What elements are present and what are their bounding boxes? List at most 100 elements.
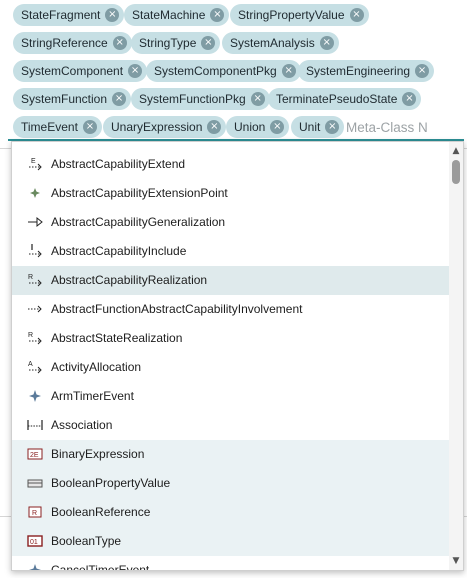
chip-remove-icon[interactable]: ×: [281, 64, 296, 78]
involvement-icon: [28, 305, 42, 313]
boolean-type-icon: 01: [27, 535, 43, 547]
chip-remove-icon[interactable]: ×: [210, 8, 225, 22]
realization-icon: R: [28, 274, 42, 287]
chip-label: Unit: [299, 120, 321, 134]
list-item-label: AbstractStateRealization: [51, 331, 183, 345]
list-item[interactable]: AbstractCapabilityInclude: [12, 237, 450, 266]
list-item[interactable]: R AbstractStateRealization: [12, 324, 450, 353]
list-item[interactable]: AbstractCapabilityGeneralization: [12, 208, 450, 237]
list-item-label: AbstractFunctionAbstractCapabilityInvolv…: [51, 302, 303, 316]
realization-icon: R: [28, 332, 42, 345]
chip-label: SystemFunction: [21, 92, 108, 106]
reference-icon: R: [28, 506, 42, 518]
svg-text:R: R: [28, 332, 33, 339]
list-item[interactable]: A ActivityAllocation: [12, 353, 450, 382]
chip: Unit ×: [291, 116, 345, 138]
list-item[interactable]: E AbstractCapabilityExtend: [12, 150, 450, 179]
svg-text:E: E: [31, 158, 36, 165]
list-item[interactable]: 01 BooleanType: [12, 527, 450, 556]
svg-text:R: R: [28, 274, 33, 281]
chip: TimeEvent ×: [13, 116, 102, 138]
list-item-label: AbstractCapabilityExtensionPoint: [51, 186, 228, 200]
chip-label: StringType: [139, 36, 197, 50]
include-icon: [29, 244, 42, 258]
list-item[interactable]: R BooleanReference: [12, 498, 450, 527]
chip-label: SystemAnalysis: [230, 36, 315, 50]
chip-label: StateMachine: [132, 8, 206, 22]
list-item-label: ArmTimerEvent: [51, 389, 134, 403]
extension-point-icon: [30, 188, 40, 198]
property-value-icon: [27, 479, 43, 488]
chip: StateMachine ×: [124, 4, 230, 26]
list-item[interactable]: 2E BinaryExpression: [12, 440, 450, 469]
svg-text:2E: 2E: [30, 452, 39, 459]
chip-label: Union: [234, 120, 266, 134]
chip-remove-icon[interactable]: ×: [319, 36, 334, 50]
list-item-label: AbstractCapabilityInclude: [51, 244, 187, 258]
list-item[interactable]: AbstractCapabilityExtensionPoint: [12, 179, 450, 208]
chip-remove-icon[interactable]: ×: [82, 120, 97, 134]
list-item-label: AbstractCapabilityRealization: [51, 273, 208, 287]
list-item[interactable]: Association: [12, 411, 450, 440]
chip-label: SystemFunctionPkg: [139, 92, 246, 106]
chip-label: StateFragment: [21, 8, 101, 22]
list-item-label: BooleanType: [51, 534, 122, 548]
timer-event-icon: [29, 564, 41, 570]
chip: SystemComponent ×: [13, 60, 148, 82]
list-item-label: Association: [51, 418, 113, 432]
chip-label: TimeEvent: [21, 120, 78, 134]
chip-label: StringReference: [21, 36, 108, 50]
binary-expression-icon: 2E: [27, 448, 43, 460]
list-item[interactable]: R AbstractCapabilityRealization: [12, 266, 450, 295]
chip: SystemComponentPkg ×: [146, 60, 301, 82]
list-item-label: BooleanReference: [51, 505, 151, 519]
chip-remove-icon[interactable]: ×: [112, 92, 127, 106]
chip: StateFragment ×: [13, 4, 125, 26]
chip: StringReference ×: [13, 32, 132, 54]
scrollbar-thumb[interactable]: [452, 160, 460, 184]
chip-remove-icon[interactable]: ×: [207, 120, 222, 134]
chip: SystemAnalysis ×: [222, 32, 339, 54]
chip-remove-icon[interactable]: ×: [325, 120, 340, 134]
list-item[interactable]: ArmTimerEvent: [12, 382, 450, 411]
dropdown-scrollbar[interactable]: ▲ ▼: [449, 142, 463, 570]
list-item-label: AbstractCapabilityGeneralization: [51, 215, 226, 229]
list-item[interactable]: AbstractFunctionAbstractCapabilityInvolv…: [12, 295, 450, 324]
chip-remove-icon[interactable]: ×: [349, 8, 364, 22]
chip: UnaryExpression ×: [103, 116, 227, 138]
chip-remove-icon[interactable]: ×: [402, 92, 417, 106]
chip-remove-icon[interactable]: ×: [128, 64, 143, 78]
scroll-down-icon[interactable]: ▼: [449, 554, 463, 568]
association-icon: [27, 420, 43, 430]
chip: SystemEngineering ×: [298, 60, 435, 82]
chip-label: TerminatePseudoState: [276, 92, 398, 106]
chip-label: SystemComponentPkg: [154, 64, 277, 78]
chip: TerminatePseudoState ×: [268, 88, 422, 110]
chip-remove-icon[interactable]: ×: [201, 36, 216, 50]
chip: StringType ×: [131, 32, 221, 54]
list-item-label: BooleanPropertyValue: [51, 476, 171, 490]
chip: SystemFunctionPkg ×: [131, 88, 270, 110]
chip: Union ×: [226, 116, 290, 138]
chip-label: SystemComponent: [21, 64, 124, 78]
chip-remove-icon[interactable]: ×: [270, 120, 285, 134]
metaclass-search-input[interactable]: [346, 117, 456, 137]
chip-remove-icon[interactable]: ×: [112, 36, 127, 50]
list-item[interactable]: BooleanPropertyValue: [12, 469, 450, 498]
timer-event-icon: [29, 390, 41, 402]
generalization-icon: [28, 216, 43, 228]
chip-remove-icon[interactable]: ×: [415, 64, 430, 78]
chip-remove-icon[interactable]: ×: [250, 92, 265, 106]
list-item-label: BinaryExpression: [51, 447, 145, 461]
chip-label: UnaryExpression: [111, 120, 203, 134]
list-item-label: CancelTimerEvent: [51, 563, 150, 571]
svg-text:R: R: [32, 510, 37, 517]
list-item[interactable]: CancelTimerEvent: [12, 556, 450, 571]
metaclass-dropdown-list: E AbstractCapabilityExtend AbstractCapab…: [11, 141, 464, 571]
scroll-up-icon[interactable]: ▲: [449, 144, 463, 158]
list-item-label: ActivityAllocation: [51, 360, 142, 374]
chip-label: SystemEngineering: [306, 64, 411, 78]
chip-remove-icon[interactable]: ×: [105, 8, 120, 22]
svg-text:01: 01: [30, 539, 38, 546]
allocation-icon: A: [28, 361, 42, 374]
